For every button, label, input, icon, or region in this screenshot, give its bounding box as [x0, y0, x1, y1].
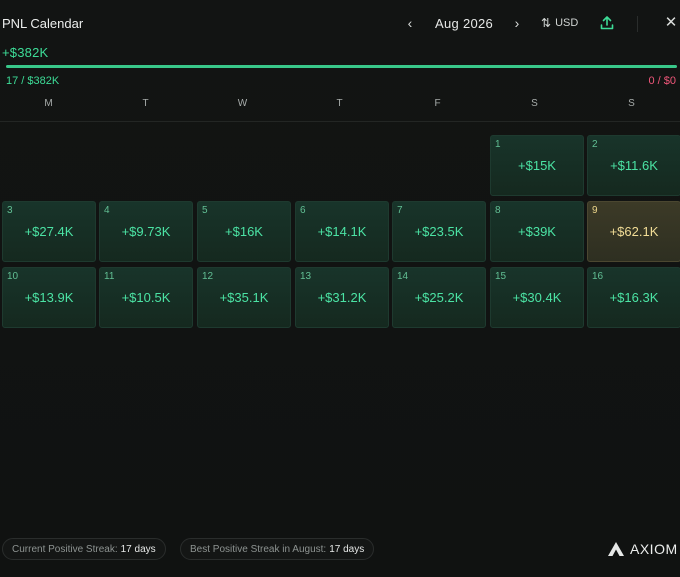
weekday-header: F [434, 98, 441, 109]
day-number: 14 [397, 271, 409, 282]
current-streak-label: Current Positive Streak: [12, 543, 118, 555]
day-pnl: +$27.4K [24, 224, 74, 239]
weekday-header: S [531, 98, 538, 109]
axiom-logo-icon [608, 542, 624, 556]
day-number: 7 [397, 205, 403, 216]
currency-label: USD [555, 17, 579, 29]
day-number: 8 [495, 205, 501, 216]
day-cell[interactable]: 1 +$15K [490, 135, 584, 196]
brand-logo: AXIOM [607, 538, 678, 560]
day-cell[interactable]: 5 +$16K [197, 201, 291, 262]
day-pnl: +$11.6K [610, 158, 658, 173]
chevron-right-icon[interactable]: › [509, 14, 525, 32]
day-cell[interactable]: 11 +$10.5K [99, 267, 193, 328]
day-cell[interactable]: 13 +$31.2K [295, 267, 389, 328]
positive-days-stat: 17 / $382K [6, 75, 60, 87]
day-cell[interactable]: 3 +$27.4K [2, 201, 96, 262]
day-cell[interactable]: 14 +$25.2K [392, 267, 486, 328]
day-pnl: +$16.3K [609, 290, 659, 305]
day-pnl: +$15K [518, 158, 556, 173]
sort-arrows-icon: ⇅ [541, 16, 552, 30]
best-streak-value: 17 days [329, 543, 365, 555]
day-pnl: +$10.5K [121, 290, 171, 305]
day-number: 2 [592, 139, 598, 150]
day-pnl: +$16K [225, 224, 263, 239]
day-cell[interactable]: 6 +$14.1K [295, 201, 389, 262]
close-icon[interactable]: ✕ [663, 13, 679, 33]
brand-name: AXIOM [630, 541, 678, 557]
day-number: 13 [300, 271, 312, 282]
best-streak-label: Best Positive Streak in August: [190, 543, 327, 555]
window-title: PNL Calendar [2, 16, 84, 31]
month-label: Aug 2026 [435, 16, 494, 31]
day-pnl: +$23.5K [414, 224, 464, 239]
header-separator [0, 121, 680, 122]
weekday-header: M [44, 98, 53, 109]
day-number: 5 [202, 205, 208, 216]
weekday-header: T [142, 98, 149, 109]
day-pnl: +$62.1K [609, 224, 659, 239]
day-number: 4 [104, 205, 110, 216]
best-streak-badge: Best Positive Streak in August: 17 days [180, 538, 375, 560]
day-pnl: +$14.1K [317, 224, 367, 239]
chevron-left-icon[interactable]: ‹ [402, 14, 418, 32]
day-cell[interactable]: 15 +$30.4K [490, 267, 584, 328]
upload-icon[interactable] [598, 14, 616, 32]
header-divider [637, 16, 638, 32]
header: PNL Calendar ‹ Aug 2026 › ⇅ USD ✕ [0, 0, 680, 46]
day-number: 15 [495, 271, 507, 282]
current-streak-badge: Current Positive Streak: 17 days [2, 538, 166, 560]
day-cell-best[interactable]: 9 +$62.1K [587, 201, 680, 262]
day-cell[interactable]: 2 +$11.6K [587, 135, 680, 196]
day-number: 1 [495, 139, 501, 150]
weekday-header: W [237, 98, 248, 109]
day-number: 9 [592, 205, 598, 216]
day-cell[interactable]: 10 +$13.9K [2, 267, 96, 328]
day-number: 11 [104, 271, 115, 282]
day-number: 3 [7, 205, 13, 216]
day-number: 10 [7, 271, 19, 282]
day-cell[interactable]: 16 +$16.3K [587, 267, 680, 328]
weekday-header: S [628, 98, 635, 109]
day-cell[interactable]: 8 +$39K [490, 201, 584, 262]
day-cell[interactable]: 12 +$35.1K [197, 267, 291, 328]
day-pnl: +$13.9K [24, 290, 74, 305]
day-cell[interactable]: 4 +$9.73K [99, 201, 193, 262]
day-pnl: +$9.73K [121, 224, 171, 239]
day-pnl: +$39K [518, 224, 556, 239]
day-pnl: +$35.1K [219, 290, 269, 305]
pnl-calendar-window: PNL Calendar ‹ Aug 2026 › ⇅ USD ✕ +$382K… [0, 0, 680, 577]
day-cell[interactable]: 7 +$23.5K [392, 201, 486, 262]
day-pnl: +$30.4K [512, 290, 562, 305]
weekday-header: T [336, 98, 343, 109]
day-pnl: +$31.2K [317, 290, 367, 305]
pnl-ratio-bar [6, 65, 677, 68]
negative-days-stat: 0 / $0 [648, 75, 676, 87]
currency-toggle[interactable]: ⇅ USD [541, 14, 578, 32]
day-number: 16 [592, 271, 604, 282]
day-pnl: +$25.2K [414, 290, 464, 305]
day-number: 6 [300, 205, 306, 216]
current-streak-value: 17 days [120, 543, 156, 555]
day-number: 12 [202, 271, 214, 282]
total-pnl: +$382K [2, 45, 49, 60]
